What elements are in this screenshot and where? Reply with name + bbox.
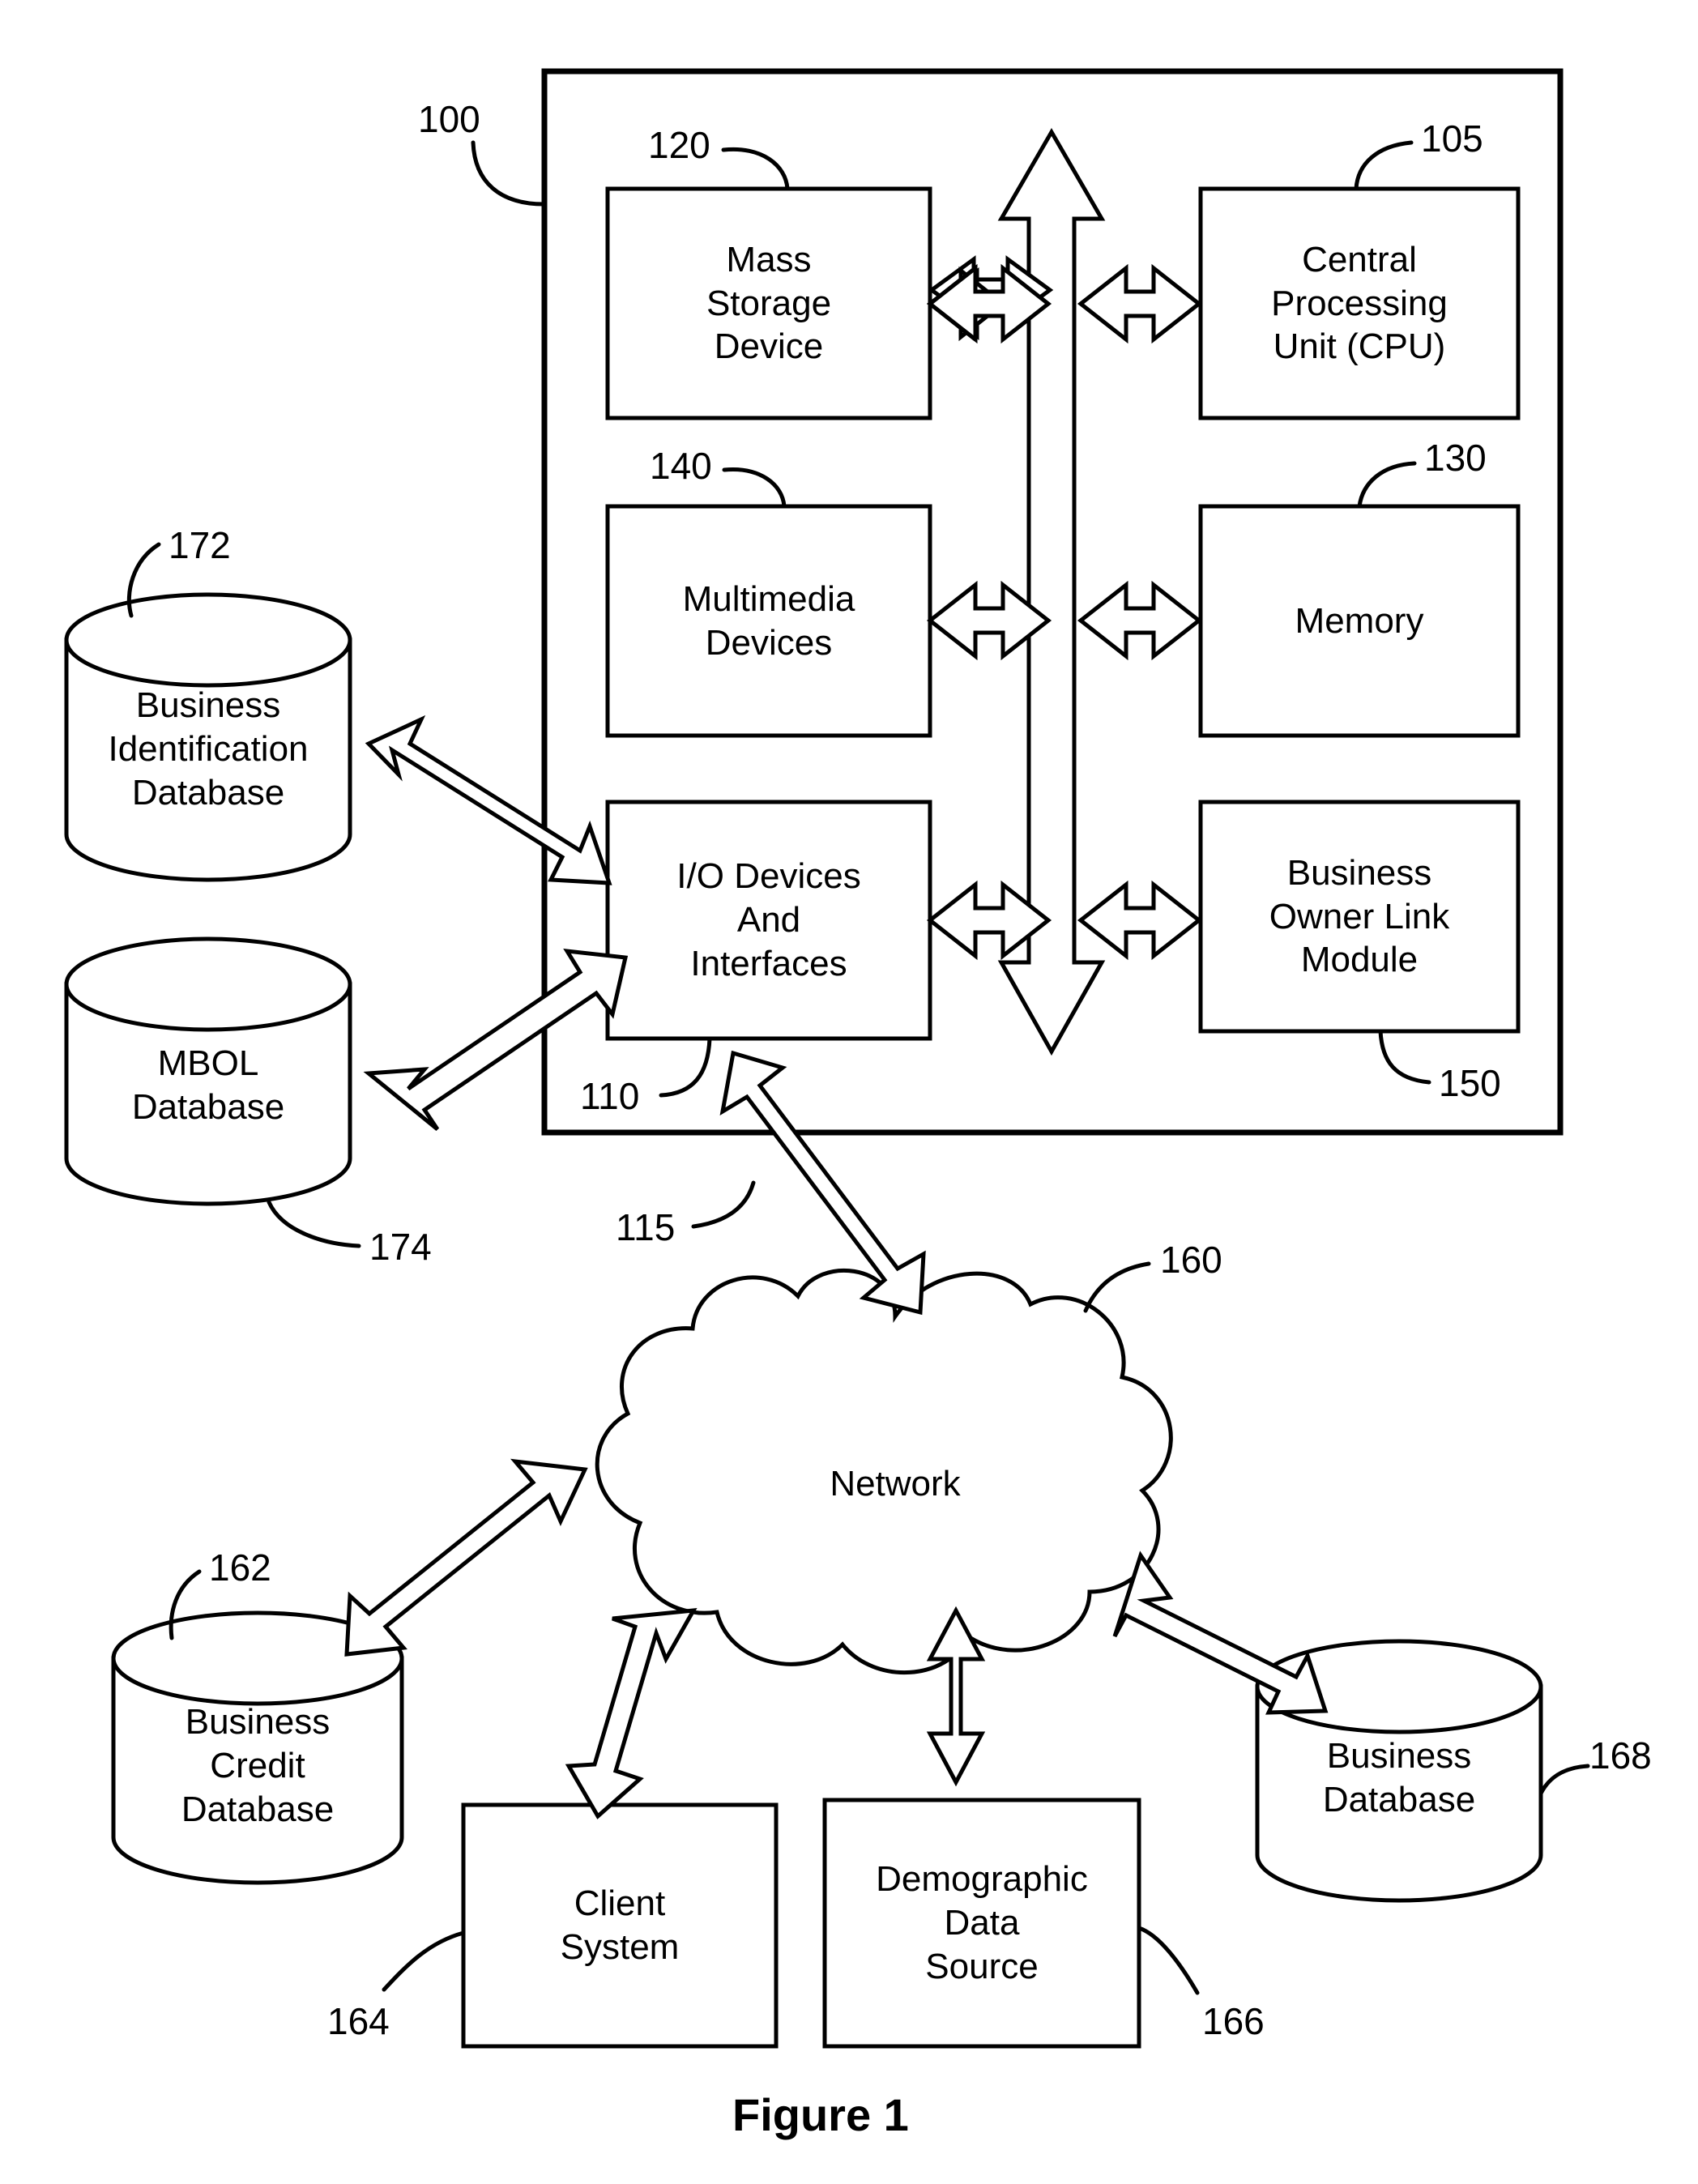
arrow-business-identification-db-to-io xyxy=(365,714,612,885)
ref-numeral-150: 150 xyxy=(1439,1062,1501,1104)
central-processing-unit-label: Central Processing Unit (CPU) xyxy=(1271,239,1448,367)
client-system-label: Client System xyxy=(560,1883,680,1967)
ref-numeral-115: 115 xyxy=(616,1206,676,1248)
ref-numeral-174: 174 xyxy=(369,1226,432,1268)
arrow-network-to-business-database xyxy=(1112,1551,1329,1715)
ref-numeral-140: 140 xyxy=(650,445,712,487)
ref-numeral-164: 164 xyxy=(327,2000,390,2042)
arrow-network-to-client-system xyxy=(565,1608,698,1819)
leader-130 xyxy=(1357,461,1417,509)
leader-120 xyxy=(721,147,790,191)
row1-right-bus-arrow xyxy=(1077,263,1203,344)
ref-numeral-162: 162 xyxy=(209,1546,271,1589)
ref-numeral-120: 120 xyxy=(648,124,710,166)
ref-numeral-105: 105 xyxy=(1421,117,1483,160)
leader-166 xyxy=(1137,1926,1200,1995)
demographic-data-source-label: Demographic Data Source xyxy=(876,1859,1088,1986)
leader-110 xyxy=(659,1036,712,1098)
business-owner-link-module-label: Business Owner Link Module xyxy=(1269,852,1450,980)
leader-174 xyxy=(267,1200,361,1248)
mbol-database-label: MBOL Database xyxy=(131,1043,285,1127)
leader-100 xyxy=(471,140,547,207)
memory-label: Memory xyxy=(1295,600,1424,641)
leader-115 xyxy=(691,1180,756,1229)
leader-168 xyxy=(1538,1764,1590,1796)
io-devices-and-interfaces-label: I/O Devices And Interfaces xyxy=(676,856,861,983)
business-identification-database-label: Business Identification Database xyxy=(108,685,309,813)
ref-numeral-172: 172 xyxy=(169,524,231,566)
mass-storage-device-label: Mass Storage Device xyxy=(706,239,832,367)
leader-160 xyxy=(1083,1261,1151,1313)
network-label: Network xyxy=(830,1464,961,1504)
ref-numeral-168: 168 xyxy=(1589,1734,1652,1777)
ref-numeral-130: 130 xyxy=(1424,437,1487,479)
patent-figure-page: Mass Storage Device Central Processing U… xyxy=(0,0,1698,2184)
ref-numeral-110: 110 xyxy=(580,1075,640,1117)
leader-105 xyxy=(1354,140,1414,191)
ref-numeral-100: 100 xyxy=(418,98,480,140)
business-credit-database-label: Business Credit Database xyxy=(181,1702,335,1829)
row2-right-bus-arrow xyxy=(1077,580,1203,661)
figure-caption: Figure 1 xyxy=(732,2089,909,2140)
leader-140 xyxy=(722,467,787,509)
leader-164 xyxy=(382,1930,466,1992)
arrow-network-to-business-credit-db xyxy=(344,1458,588,1657)
ref-numeral-166: 166 xyxy=(1202,2000,1265,2042)
ref-numeral-160: 160 xyxy=(1160,1239,1222,1281)
business-database-label: Business Database xyxy=(1322,1736,1476,1819)
leader-150 xyxy=(1378,1029,1431,1085)
row3-right-bus-arrow xyxy=(1077,880,1203,961)
multimedia-devices-label: Multimedia Devices xyxy=(682,578,855,663)
